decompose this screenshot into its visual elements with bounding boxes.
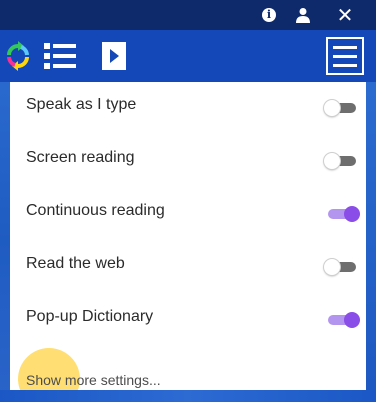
setting-continuous-reading[interactable]: Continuous reading [10, 188, 366, 240]
user-icon [296, 8, 310, 23]
setting-label: Continuous reading [26, 202, 165, 219]
toolbar [0, 30, 376, 82]
toggle-switch[interactable] [324, 312, 360, 328]
close-icon: ✕ [336, 4, 354, 27]
setting-label: Pop-up Dictionary [26, 308, 154, 325]
setting-screen-reading[interactable]: Screen reading [10, 135, 366, 187]
toggle-switch[interactable] [324, 100, 360, 116]
user-account-button[interactable] [290, 4, 316, 26]
hamburger-menu-icon [326, 37, 364, 75]
play-icon [102, 42, 126, 70]
setting-pop-up-dictionary[interactable]: Pop-up Dictionary [10, 294, 366, 346]
setting-read-the-web[interactable]: Read the web [10, 241, 366, 293]
sync-button[interactable] [0, 38, 36, 74]
setting-speak-as-i-type[interactable]: Speak as I type [10, 82, 366, 134]
show-more-settings-link[interactable]: Show more settings... [26, 372, 161, 388]
setting-label: Speak as I type [26, 96, 137, 113]
toggle-switch[interactable] [324, 259, 360, 275]
setting-label: Screen reading [26, 149, 135, 166]
sync-icon [7, 41, 29, 71]
info-button[interactable]: i [258, 4, 280, 26]
list-icon [44, 43, 76, 69]
list-view-button[interactable] [40, 38, 80, 74]
menu-button[interactable] [322, 33, 368, 79]
settings-panel: Speak as I type Screen reading Continuou… [10, 82, 366, 390]
desktop-background-bottom [0, 390, 376, 402]
close-button[interactable]: ✕ [330, 4, 360, 27]
info-icon: i [262, 8, 276, 22]
toggle-switch[interactable] [324, 153, 360, 169]
play-button[interactable] [96, 38, 132, 74]
setting-label: Read the web [26, 255, 125, 272]
title-bar: i ✕ [0, 0, 376, 30]
toggle-switch[interactable] [324, 206, 360, 222]
